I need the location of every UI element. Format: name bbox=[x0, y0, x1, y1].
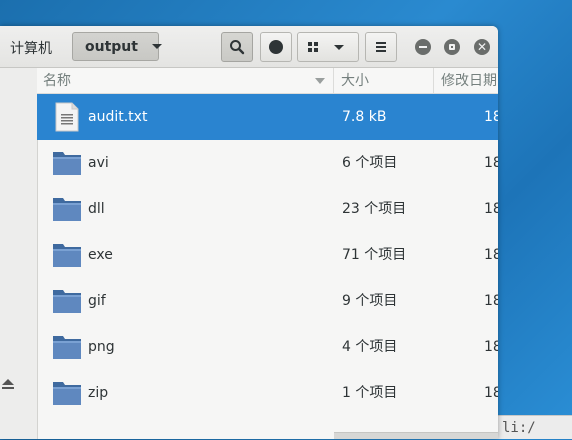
file-size: 4 个项目 bbox=[342, 339, 398, 355]
folder-icon bbox=[52, 378, 82, 408]
file-row[interactable]: exe 71 个项目 18 bbox=[37, 232, 498, 278]
file-name: exe bbox=[88, 247, 113, 263]
maximize-button[interactable] bbox=[444, 39, 460, 55]
breadcrumb-computer[interactable]: 计算机 bbox=[10, 38, 52, 58]
horizontal-scrollbar[interactable] bbox=[334, 432, 498, 439]
file-size: 23 个项目 bbox=[342, 201, 407, 217]
file-row[interactable]: gif 9 个项目 18 bbox=[37, 278, 498, 324]
minimize-button[interactable] bbox=[415, 39, 431, 55]
file-row[interactable]: zip 1 个项目 18 bbox=[37, 370, 498, 416]
folder-icon bbox=[52, 194, 82, 224]
file-name: dll bbox=[88, 201, 105, 217]
minimize-icon bbox=[419, 46, 427, 48]
file-date: 18 bbox=[484, 201, 498, 217]
folder-icon bbox=[52, 332, 82, 362]
header-bar: 计算机 output ✕ bbox=[0, 26, 498, 68]
column-header-date[interactable]: 修改日期 bbox=[434, 68, 498, 94]
grid-view-icon bbox=[308, 42, 318, 52]
folder-icon bbox=[52, 286, 82, 316]
file-size: 71 个项目 bbox=[342, 247, 407, 263]
file-date: 18 bbox=[484, 155, 498, 171]
folder-icon bbox=[52, 148, 82, 178]
file-size: 1 个项目 bbox=[342, 385, 398, 401]
search-icon bbox=[230, 40, 245, 55]
file-row[interactable]: audit.txt 7.8 kB 18 bbox=[37, 94, 498, 140]
view-options-button[interactable] bbox=[297, 32, 359, 62]
file-row[interactable]: avi 6 个项目 18 bbox=[37, 140, 498, 186]
column-date-label: 修改日期 bbox=[441, 73, 497, 89]
menu-button[interactable] bbox=[365, 32, 397, 62]
record-button[interactable] bbox=[260, 32, 292, 62]
file-date: 18 bbox=[484, 385, 498, 401]
text-file-icon bbox=[52, 102, 82, 132]
column-name-label: 名称 bbox=[43, 73, 71, 89]
file-row[interactable]: png 4 个项目 18 bbox=[37, 324, 498, 370]
column-header: 名称 大小 修改日期 bbox=[37, 68, 498, 94]
column-header-size[interactable]: 大小 bbox=[334, 68, 434, 94]
background-window-fragment: li:/ bbox=[498, 415, 572, 439]
file-list: audit.txt 7.8 kB 18 avi 6 个项目 18 dll 23 个项目 18 ex… bbox=[37, 94, 498, 416]
file-name: audit.txt bbox=[88, 109, 148, 125]
file-name: zip bbox=[88, 385, 109, 401]
sort-descending-icon bbox=[315, 78, 325, 84]
file-date: 18 bbox=[484, 109, 498, 125]
folder-icon bbox=[52, 240, 82, 270]
chevron-down-icon bbox=[334, 44, 344, 50]
file-row[interactable]: dll 23 个项目 18 bbox=[37, 186, 498, 232]
close-button[interactable]: ✕ bbox=[474, 39, 490, 55]
file-size: 9 个项目 bbox=[342, 293, 398, 309]
file-date: 18 bbox=[484, 247, 498, 263]
background-window-text: li:/ bbox=[502, 420, 536, 436]
file-date: 18 bbox=[484, 293, 498, 309]
search-button[interactable] bbox=[221, 32, 253, 62]
file-date: 18 bbox=[484, 339, 498, 355]
hamburger-icon bbox=[376, 42, 386, 52]
file-name: png bbox=[88, 339, 115, 355]
file-size: 6 个项目 bbox=[342, 155, 398, 171]
record-icon bbox=[269, 40, 283, 54]
eject-icon[interactable] bbox=[2, 379, 14, 389]
chevron-down-icon bbox=[151, 44, 162, 49]
breadcrumb-current-button[interactable]: output bbox=[72, 32, 162, 61]
column-size-label: 大小 bbox=[341, 73, 369, 89]
file-name: gif bbox=[88, 293, 106, 309]
file-name: avi bbox=[88, 155, 109, 171]
maximize-icon bbox=[449, 44, 455, 50]
close-icon: ✕ bbox=[476, 40, 488, 54]
file-size: 7.8 kB bbox=[342, 109, 387, 125]
file-manager-window: 计算机 output ✕ 名称 大小 修改日期 audit.txt 7.8 kB… bbox=[0, 26, 498, 439]
column-header-name[interactable]: 名称 bbox=[37, 68, 334, 94]
sidebar bbox=[0, 68, 38, 439]
breadcrumb-current-label: output bbox=[85, 38, 138, 55]
